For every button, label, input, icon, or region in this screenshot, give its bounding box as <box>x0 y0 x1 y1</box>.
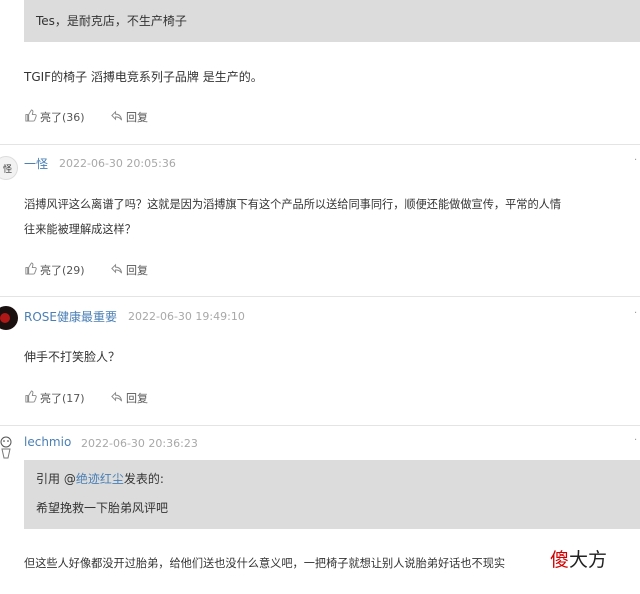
comment-body-line: 往来能被理解成这样？ <box>24 223 136 236</box>
avatar[interactable] <box>0 306 18 330</box>
quote-header: 引用 @绝迹红尘发表的: <box>36 470 164 487</box>
divider <box>0 296 640 297</box>
watermark-text: 大方 <box>569 549 608 571</box>
comment-time: 2022-06-30 19:49:10 <box>128 310 245 323</box>
like-button[interactable]: 亮了(17) <box>24 390 85 406</box>
like-count: 亮了(17) <box>40 392 85 405</box>
reply-label: 回复 <box>126 392 148 405</box>
reply-label: 回复 <box>126 111 148 124</box>
like-button[interactable]: 亮了(36) <box>24 109 85 125</box>
more-menu-icon[interactable]: · <box>634 435 637 446</box>
avatar-figure-icon <box>0 436 12 459</box>
quote-suffix: 发表的: <box>123 472 164 486</box>
reply-icon <box>110 390 123 406</box>
reply-label: 回复 <box>126 264 148 277</box>
more-menu-icon[interactable]: · <box>634 155 637 166</box>
username[interactable]: 一怪 <box>24 155 48 172</box>
avatar-text: 怪 <box>3 165 13 175</box>
reply-icon <box>110 262 123 278</box>
quote-user-link[interactable]: 绝迹红尘 <box>76 472 124 486</box>
like-button[interactable]: 亮了(29) <box>24 262 85 278</box>
comment-body: 伸手不打笑脸人？ <box>24 350 121 364</box>
comment-time: 2022-06-30 20:36:23 <box>81 437 198 450</box>
comment-body-line: 滔搏风评这么离谱了吗？这就是因为滔搏旗下有这个产品所以送给同事同行，顺便还能做做… <box>24 198 562 211</box>
divider <box>0 425 640 426</box>
quote-text: Tes，是耐克店，不生产椅子 <box>36 14 187 28</box>
thumb-up-icon <box>24 109 37 125</box>
comment-body: 但这些人好像都没开过胎弟，给他们送也没什么意义吧，一把椅子就想让别人说胎弟好话也… <box>24 557 506 570</box>
username[interactable]: ROSE健康最重要 <box>24 308 117 325</box>
thumb-up-icon <box>24 262 37 278</box>
reply-button[interactable]: 回复 <box>110 109 148 125</box>
reply-button[interactable]: 回复 <box>110 390 148 406</box>
reply-icon <box>110 109 123 125</box>
avatar[interactable] <box>0 434 16 464</box>
avatar-rose-icon <box>0 313 10 323</box>
thumb-up-icon <box>24 390 37 406</box>
quote-text: 希望挽救一下胎弟风评吧 <box>36 501 169 515</box>
quote-prefix: 引用 @ <box>36 472 76 486</box>
avatar[interactable]: 怪 <box>0 156 18 180</box>
more-menu-icon[interactable]: · <box>634 308 637 319</box>
username[interactable]: lechmio <box>24 435 71 449</box>
watermark-char: 傻 <box>550 549 570 571</box>
reply-button[interactable]: 回复 <box>110 262 148 278</box>
watermark-logo: 傻大方 <box>546 545 612 572</box>
like-count: 亮了(36) <box>40 111 85 124</box>
comment-body: TGIF的椅子 滔搏电竞系列子品牌 是生产的。 <box>24 70 263 84</box>
comment-time: 2022-06-30 20:05:36 <box>59 157 176 170</box>
divider <box>0 144 640 145</box>
like-count: 亮了(29) <box>40 264 85 277</box>
